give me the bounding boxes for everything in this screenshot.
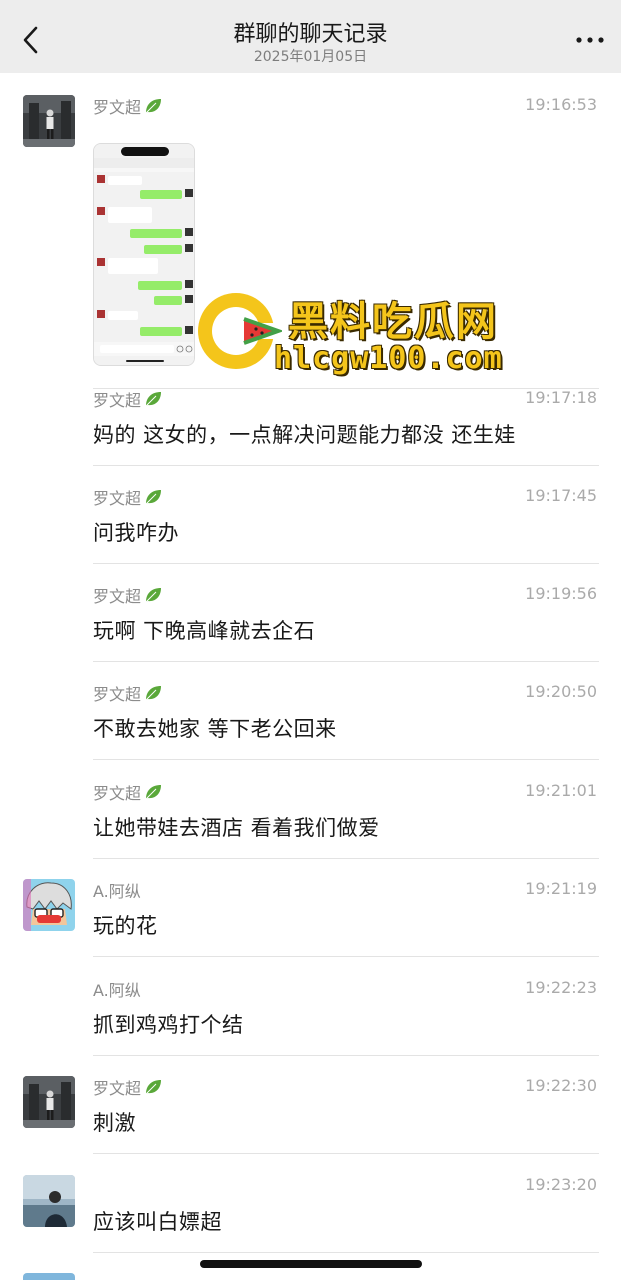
page-subtitle-date: 2025年01月05日 <box>253 49 368 65</box>
message-text[interactable]: 抓到鸡鸡打个结 <box>93 1009 244 1039</box>
leaf-icon <box>145 686 162 701</box>
avatar-photo <box>23 1175 75 1227</box>
avatar[interactable] <box>23 1076 75 1128</box>
sender-name: A.阿纵 <box>93 981 141 1000</box>
message-text[interactable]: 问我咋办 <box>93 517 179 547</box>
sender-name: 罗文超 <box>93 95 163 117</box>
divider <box>93 858 599 859</box>
list-item: A.阿纵 19:22:23 抓到鸡鸡打个结 <box>0 978 621 1076</box>
message-text[interactable]: 应该叫白嫖超 <box>93 1206 222 1236</box>
leaf-icon <box>145 490 162 505</box>
sender-name: A.阿纵 <box>93 882 141 901</box>
message-text[interactable]: 玩的花 <box>93 910 158 940</box>
message-text[interactable]: 玩啊 下晚高峰就去企石 <box>93 615 315 645</box>
message-time: 19:22:23 <box>525 978 597 997</box>
message-time: 19:17:45 <box>525 486 597 505</box>
leaf-icon <box>145 588 162 603</box>
message-time: 19:20:50 <box>525 682 597 701</box>
watermark-logo-text: 黑料吃瓜网 <box>288 299 498 345</box>
message-time: 19:19:56 <box>525 584 597 603</box>
message-time: 19:17:18 <box>525 388 597 407</box>
more-dots-icon[interactable] <box>573 28 607 52</box>
avatar[interactable] <box>23 1273 75 1280</box>
divider <box>93 1252 599 1253</box>
message-time: 19:21:01 <box>525 781 597 800</box>
list-item: 罗文超 19:17:45 问我咋办 <box>0 486 621 584</box>
divider <box>93 563 599 564</box>
list-item: 罗文超 19:19:56 玩啊 下晚高峰就去企石 <box>0 584 621 682</box>
message-text[interactable]: 让她带娃去酒店 看着我们做爱 <box>93 812 380 842</box>
watermelon-logo-icon <box>198 293 282 369</box>
navigation-bar: 群聊的聊天记录 2025年01月05日 <box>0 0 621 73</box>
list-item: A.阿纵 19:21:19 玩的花 <box>0 879 621 977</box>
leaf-icon <box>145 1080 162 1095</box>
list-item <box>0 1273 621 1280</box>
divider <box>93 1153 599 1154</box>
list-item: 罗文超 19:21:01 让她带娃去酒店 看着我们做爱 <box>0 781 621 879</box>
sender-name: 罗文超 <box>93 584 163 606</box>
watermark-overlay: 黑料吃瓜网 hlcgw100.com <box>196 283 526 383</box>
avatar[interactable] <box>23 1175 75 1227</box>
chat-screenshot-image[interactable] <box>93 143 195 366</box>
page-title: 群聊的聊天记录 <box>233 22 388 47</box>
message-time: 19:22:30 <box>525 1076 597 1095</box>
message-text[interactable]: 刺激 <box>93 1107 136 1137</box>
list-item: 19:23:20 应该叫白嫖超 <box>0 1175 621 1273</box>
list-item: 罗文超 19:22:30 刺激 <box>0 1076 621 1174</box>
message-time: 19:23:20 <box>525 1175 597 1194</box>
home-indicator[interactable] <box>200 1260 422 1268</box>
message-time: 19:21:19 <box>525 879 597 898</box>
divider <box>93 956 599 957</box>
chat-record-list[interactable]: 罗文超 19:16:53 黑料吃瓜网 hlcgw100.com 罗文超 19:1… <box>0 73 621 1280</box>
avatar[interactable] <box>23 95 75 147</box>
message-text[interactable]: 妈的 这女的，一点解决问题能力都没 还生娃 <box>93 419 516 449</box>
message-text[interactable]: 不敢去她家 等下老公回来 <box>93 713 337 743</box>
divider <box>93 1055 599 1056</box>
sender-name: 罗文超 <box>93 781 163 803</box>
leaf-icon <box>145 99 162 114</box>
divider <box>93 759 599 760</box>
leaf-icon <box>145 392 162 407</box>
list-item: 罗文超 19:20:50 不敢去她家 等下老公回来 <box>0 682 621 780</box>
leaf-icon <box>145 785 162 800</box>
sender-name: 罗文超 <box>93 486 163 508</box>
avatar[interactable] <box>23 879 75 931</box>
phone-screenshot-thumbnail <box>94 144 194 365</box>
divider <box>93 465 599 466</box>
avatar-photo <box>23 1076 75 1128</box>
sender-name: 罗文超 <box>93 1076 163 1098</box>
divider <box>93 661 599 662</box>
avatar-cartoon <box>23 879 75 931</box>
avatar-photo <box>23 95 75 147</box>
watermark-url: hlcgw100.com <box>274 341 503 376</box>
avatar-photo <box>23 1273 75 1280</box>
message-time: 19:16:53 <box>525 95 597 114</box>
sender-name: 罗文超 <box>93 388 163 410</box>
list-item: 罗文超 19:17:18 妈的 这女的，一点解决问题能力都没 还生娃 <box>0 388 621 486</box>
sender-name: 罗文超 <box>93 682 163 704</box>
